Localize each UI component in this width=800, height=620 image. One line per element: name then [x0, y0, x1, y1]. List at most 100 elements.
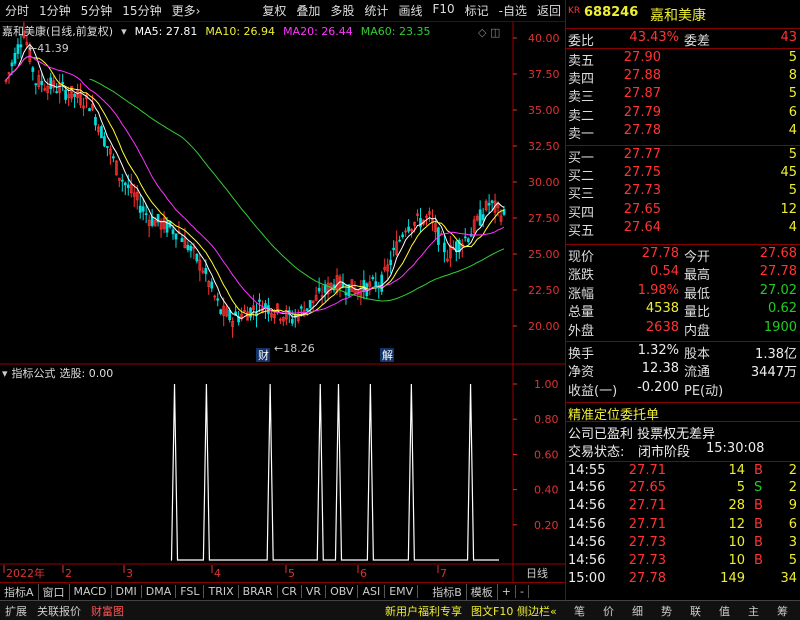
event-cai-label[interactable]: 财: [258, 348, 269, 362]
bid-row[interactable]: 买一 27.77 5: [566, 145, 800, 166]
restore-icon[interactable]: ◫: [490, 26, 500, 39]
ask-row[interactable]: 卖一 27.78 4: [566, 122, 800, 143]
status-related-quote[interactable]: 关联报价: [32, 603, 86, 619]
toolbar-item-more[interactable]: 更多›: [167, 2, 206, 19]
indicator-tab[interactable]: 窗口: [39, 583, 70, 600]
indicator-tab[interactable]: DMI: [112, 585, 142, 598]
event-jie-label[interactable]: 解: [382, 348, 393, 362]
chevron-down-icon[interactable]: ▾: [2, 367, 8, 380]
kline-chart[interactable]: 40.00 37.50 35.00 32.50 30.00 27.50 25.00 22.50…: [0, 22, 565, 582]
toolbar-item-diejia[interactable]: 叠加: [291, 2, 325, 19]
candle-body: [94, 116, 97, 126]
panel-mode-icon[interactable]: 笔: [565, 603, 594, 619]
indicator-title[interactable]: 指标公式: [12, 365, 56, 381]
ask-row[interactable]: 卖三 27.87 5: [566, 85, 800, 105]
indicator-tab[interactable]: DMA: [142, 585, 177, 598]
price-tick-label: 25.00: [528, 248, 560, 261]
ask-row[interactable]: 卖二 27.79 6: [566, 104, 800, 124]
toolbar-item-zixuan[interactable]: -自选: [494, 2, 532, 19]
toolbar-item-biaoji[interactable]: 标记: [460, 2, 494, 19]
candle-body: [308, 300, 312, 308]
panel-mode-icon[interactable]: 值: [710, 603, 739, 619]
ask-label: 卖一: [568, 127, 595, 143]
indicator-tab[interactable]: CR: [278, 585, 302, 598]
tick-side: B: [754, 534, 763, 550]
ma60-line: [89, 78, 505, 302]
panel-mode-icon[interactable]: 联: [681, 603, 710, 619]
candle-body: [463, 236, 467, 239]
bid-volume: 4: [788, 220, 797, 236]
panel-mode-icon[interactable]: 细: [623, 603, 652, 619]
indicator-tab[interactable]: TRIX: [204, 585, 239, 598]
toolbar-item-f10[interactable]: F10: [427, 2, 459, 19]
date-tick-label: 5: [288, 567, 295, 580]
toolbar-item-duogu[interactable]: 多股: [325, 2, 359, 19]
tick-time: 14:56: [568, 480, 606, 496]
toolbar-item-huaxian[interactable]: 画线: [393, 2, 427, 19]
promo-row[interactable]: 精准定位委托单: [566, 402, 800, 423]
tick-volume: 149: [720, 571, 745, 587]
panel-mode-icon[interactable]: 主: [739, 603, 768, 619]
toolbar-item-fuquan[interactable]: 复权: [257, 2, 291, 19]
indicator-tab[interactable]: 指标A: [0, 583, 39, 600]
date-axis: 2022年 2 3 4 5 6 7 日线: [3, 565, 548, 580]
indicator-tab[interactable]: 模板: [467, 583, 498, 600]
quote-header: KR 688246 嘉和美康: [566, 4, 800, 24]
indicator-tab[interactable]: EMV: [385, 585, 419, 598]
trade-status-row: 交易状态: 闭市阶段 15:30:08: [566, 440, 800, 460]
indicator-tab[interactable]: -: [516, 585, 529, 598]
toolbar-item-1min[interactable]: 1分钟: [34, 2, 76, 19]
status-new-user[interactable]: 新用户福利专享: [380, 603, 467, 619]
bid-row[interactable]: 买四 27.65 12: [566, 201, 800, 221]
stat-label: 外盘: [568, 324, 595, 340]
period-label[interactable]: 日线: [526, 566, 548, 580]
indicator-tab[interactable]: ASI: [358, 585, 386, 598]
indicator-tab[interactable]: +: [498, 585, 516, 598]
tick-row: 14:56 27.73 10 B 3: [566, 534, 800, 552]
indicator-tab[interactable]: MACD: [70, 585, 112, 598]
quote-panel: KR 688246 嘉和美康 委比 43.43% 委差 43 卖五 27.90 5 卖…: [565, 0, 800, 600]
tick-side: S: [754, 480, 763, 496]
toolbar-item-5min[interactable]: 5分钟: [76, 2, 118, 19]
indicator-tab[interactable]: OBV: [326, 585, 359, 598]
stat-label: 内盘: [684, 324, 711, 340]
toolbar-item-fenshi[interactable]: 分时: [0, 2, 34, 19]
indicator-tab[interactable]: VR: [302, 585, 327, 598]
stat-value: 27.78: [641, 246, 679, 261]
status-sidebar[interactable]: 侧边栏«: [512, 603, 562, 619]
ask-row[interactable]: 卖五 27.90 5: [566, 48, 800, 69]
stat-value: 27.78: [759, 263, 797, 279]
price-tick-label: 20.00: [528, 320, 560, 333]
toolbar-right-group: 复权 叠加 多股 统计 画线 F10 标记 -自选 返回: [257, 2, 566, 19]
diamond-icon[interactable]: ◇: [478, 26, 486, 39]
panel-mode-icon[interactable]: 筹: [768, 603, 797, 619]
bid-row[interactable]: 买三 27.73 5: [566, 182, 800, 202]
panel-mode-icon[interactable]: 势: [652, 603, 681, 619]
indicator-tab[interactable]: BRAR: [239, 585, 278, 598]
bid-row[interactable]: 买二 27.75 45: [566, 164, 800, 184]
toolbar-item-tongji[interactable]: 统计: [359, 2, 393, 19]
tick-volume: 5: [736, 480, 745, 496]
indicator-tab[interactable]: FSL: [176, 585, 205, 598]
status-f10[interactable]: 图文F10: [466, 603, 518, 619]
status-extend[interactable]: 扩展: [0, 603, 32, 619]
candle-body: [174, 233, 178, 240]
toolbar-item-fanhui[interactable]: 返回: [532, 2, 566, 19]
ma60-label: MA60: 23.35: [360, 24, 431, 38]
candle-body: [216, 298, 220, 301]
ask-row[interactable]: 卖四 27.88 8: [566, 67, 800, 87]
candle-body: [490, 200, 494, 204]
weicha-label: 委差: [684, 34, 711, 49]
candle-body: [141, 206, 145, 212]
status-wealth-chart[interactable]: 财富图: [86, 603, 129, 619]
bid-row[interactable]: 买五 27.64 4: [566, 219, 800, 239]
candlestick-series: [4, 22, 506, 338]
price-tick-label: 27.50: [528, 212, 560, 225]
candle-body: [189, 246, 193, 251]
bid-price: 27.65: [623, 201, 661, 217]
indicator-tab[interactable]: 指标B: [428, 583, 467, 600]
tick-row: 14:56 27.71 12 B 6: [566, 516, 800, 534]
chevron-down-icon[interactable]: ▾: [121, 25, 127, 38]
panel-mode-icon[interactable]: 价: [594, 603, 623, 619]
toolbar-item-15min[interactable]: 15分钟: [117, 2, 166, 19]
